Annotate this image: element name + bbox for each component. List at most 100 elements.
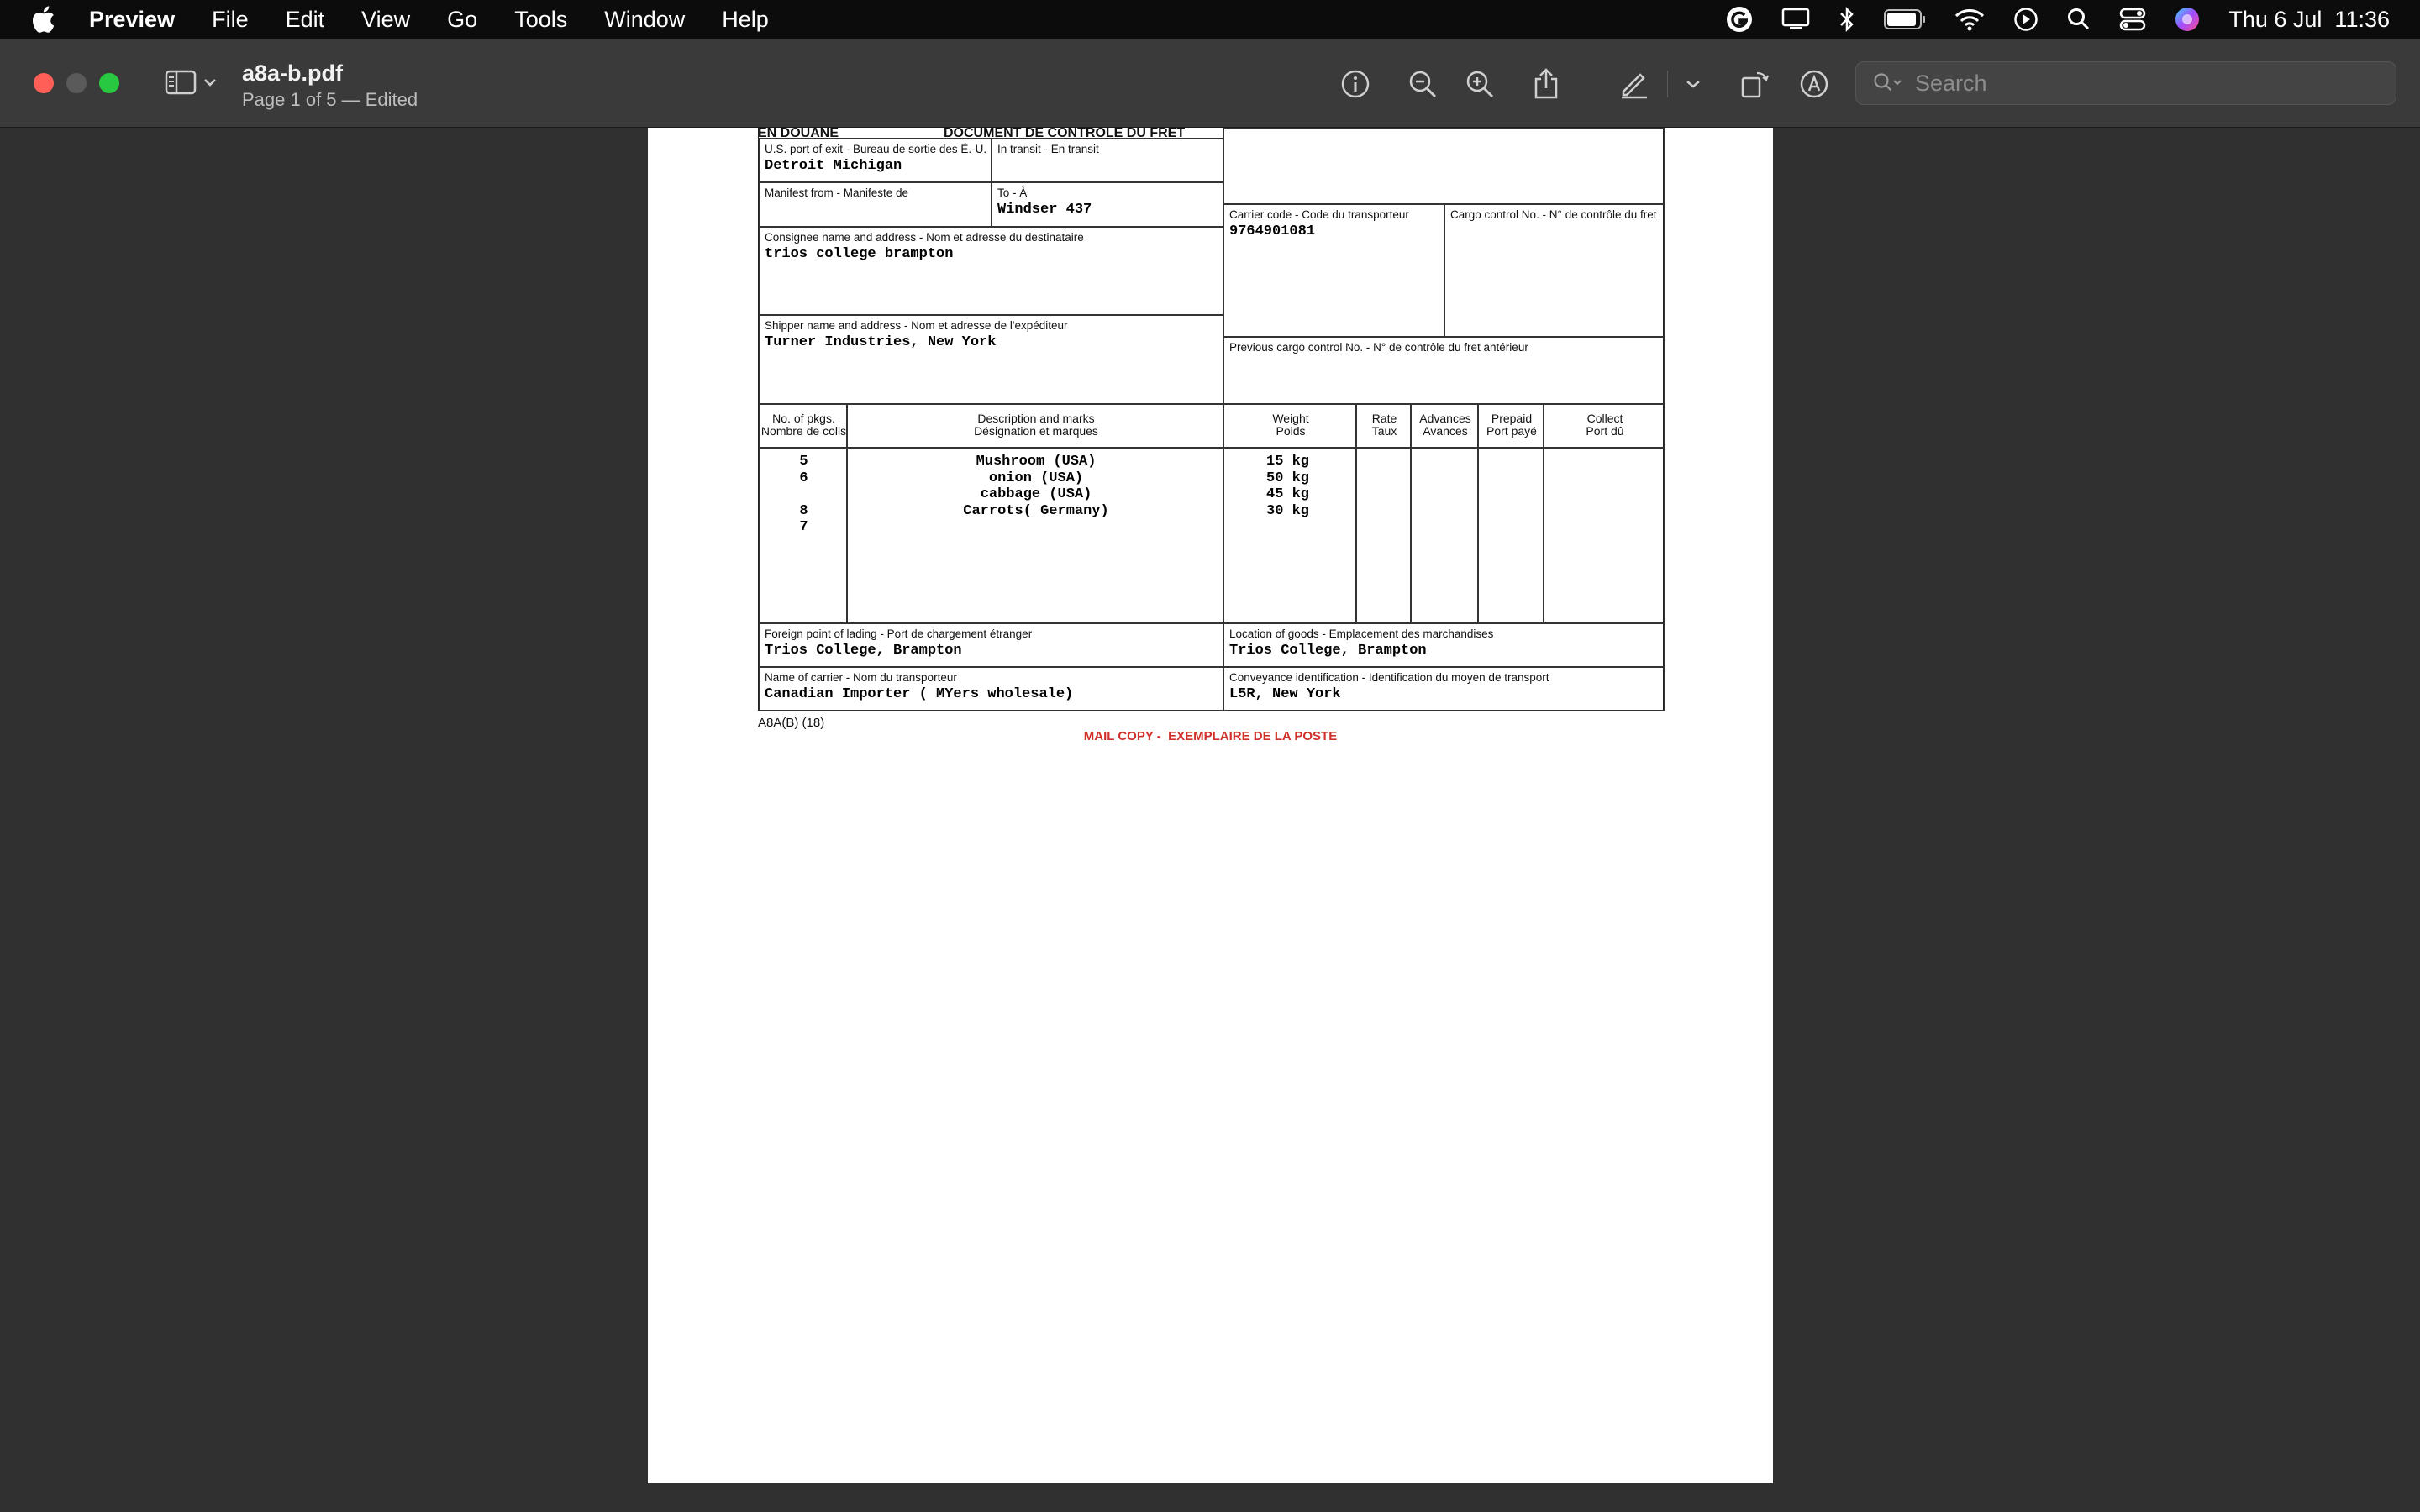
description-row[interactable]: Mushroom (USA) xyxy=(848,454,1224,470)
menu-go[interactable]: Go xyxy=(447,7,477,33)
annotate-button[interactable] xyxy=(1797,67,1831,101)
pkgs-row[interactable]: 8 xyxy=(760,503,848,520)
wifi-icon[interactable] xyxy=(1954,8,1985,31)
markup-icon xyxy=(1800,70,1828,98)
chevron-down-icon xyxy=(204,79,216,87)
bluetooth-icon[interactable] xyxy=(1839,6,1855,33)
carrier-code-value[interactable]: 9764901081 xyxy=(1229,223,1315,239)
cargo-control-label: Cargo control No. - N° de contrôle du fr… xyxy=(1450,208,1657,221)
search-field[interactable] xyxy=(1855,61,2396,105)
share-button[interactable] xyxy=(1529,67,1563,101)
pen-icon xyxy=(1622,73,1647,99)
window-zoom-button[interactable] xyxy=(99,73,119,93)
battery-icon[interactable] xyxy=(1884,8,1926,30)
pkgs-column: 5 6 8 7 xyxy=(759,448,847,623)
info-button[interactable] xyxy=(1339,67,1372,101)
col-header-prepaid: Prepaid Port payé xyxy=(1478,404,1544,448)
menu-window[interactable]: Window xyxy=(604,7,685,33)
col-header-description: Description and marks Désignation et marq… xyxy=(847,404,1223,448)
consignee-cell: Consignee name and address - Nom et adre… xyxy=(759,227,1223,315)
conveyance-value[interactable]: L5R, New York xyxy=(1229,686,1341,702)
carrier-code-cell: Carrier code - Code du transporteur 9764… xyxy=(1223,204,1444,337)
description-row[interactable]: cabbage (USA) xyxy=(848,486,1224,503)
now-playing-icon[interactable] xyxy=(2013,7,2039,32)
col-header-pkgs: No. of pkgs. Nombre de colis xyxy=(759,404,847,448)
us-port-label: U.S. port of exit - Bureau de sortie des… xyxy=(765,143,987,155)
window-toolbar: a8a-b.pdf Page 1 of 5 — Edited xyxy=(0,39,2420,128)
menu-bar: Preview File Edit View Go Tools Window H… xyxy=(0,0,2420,39)
sidebar-toggle-button[interactable] xyxy=(165,69,217,96)
manifest-from-label: Manifest from - Manifeste de xyxy=(765,186,909,199)
weight-column: 15 kg 50 kg 45 kg 30 kg xyxy=(1223,448,1356,623)
location-cell: Location of goods - Emplacement des marc… xyxy=(1223,623,1665,667)
menu-tools[interactable]: Tools xyxy=(514,7,567,33)
prev-cargo-label: Previous cargo control No. - N° de contr… xyxy=(1229,341,1528,354)
conveyance-cell: Conveyance identification - Identificati… xyxy=(1223,667,1665,711)
menu-edit[interactable]: Edit xyxy=(286,7,325,33)
document-title: a8a-b.pdf xyxy=(242,60,344,86)
rotate-icon xyxy=(1741,71,1770,98)
description-row[interactable]: Carrots( Germany) xyxy=(848,503,1224,520)
weight-row[interactable]: 45 kg xyxy=(1266,486,1309,503)
collect-column[interactable] xyxy=(1544,448,1665,623)
form-code: A8A(B) (18) xyxy=(758,716,825,730)
weight-row[interactable]: 50 kg xyxy=(1266,470,1309,487)
mail-copy-label: MAIL COPY - EXEMPLAIRE DE LA POSTE xyxy=(1083,729,1338,743)
siri-icon[interactable] xyxy=(2175,7,2200,32)
to-cell: To - À Windser 437 xyxy=(992,182,1223,227)
control-center-icon[interactable] xyxy=(2119,8,2146,31)
rate-column[interactable] xyxy=(1356,448,1411,623)
col-header-rate: Rate Taux xyxy=(1356,404,1411,448)
display-icon[interactable] xyxy=(1781,7,1810,32)
window-close-button[interactable] xyxy=(34,73,54,93)
to-label: To - À xyxy=(997,186,1028,199)
consignee-label: Consignee name and address - Nom et adre… xyxy=(765,231,1084,244)
carrier-code-label: Carrier code - Code du transporteur xyxy=(1229,208,1409,221)
lading-label: Foreign point of lading - Port de charge… xyxy=(765,627,1033,640)
window-minimize-button[interactable] xyxy=(66,73,87,93)
menu-app-preview[interactable]: Preview xyxy=(89,7,175,33)
carrier-name-value[interactable]: Canadian Importer ( MYers wholesale) xyxy=(765,686,1073,702)
zoom-in-button[interactable] xyxy=(1463,67,1497,101)
location-value[interactable]: Trios College, Brampton xyxy=(1229,643,1427,659)
markup-pen-button[interactable] xyxy=(1618,67,1651,101)
pkgs-row[interactable]: 6 xyxy=(760,470,848,487)
lading-cell: Foreign point of lading - Port de charge… xyxy=(759,623,1223,667)
search-input[interactable] xyxy=(1915,70,2386,97)
weight-row[interactable]: 15 kg xyxy=(1266,454,1309,470)
pkgs-row[interactable]: 7 xyxy=(760,519,848,536)
cargo-control-cell: Cargo control No. - N° de contrôle du fr… xyxy=(1444,204,1665,337)
pkgs-row[interactable]: 5 xyxy=(760,454,848,470)
col-header-weight: Weight Poids xyxy=(1223,404,1356,448)
menubar-clock[interactable]: Thu 6 Jul 11:36 xyxy=(2228,7,2390,33)
weight-row[interactable]: 30 kg xyxy=(1266,503,1309,520)
zoom-out-icon xyxy=(1409,71,1437,98)
apple-menu-icon[interactable] xyxy=(30,5,69,34)
advances-column[interactable] xyxy=(1411,448,1478,623)
menu-file[interactable]: File xyxy=(212,7,249,33)
pdf-page[interactable]: EN DOUANE DOCUMENT DE CONTRÔLE DU FRET U… xyxy=(648,128,1773,1483)
menu-help[interactable]: Help xyxy=(722,7,769,33)
zoom-out-button[interactable] xyxy=(1406,67,1439,101)
menu-view[interactable]: View xyxy=(361,7,410,33)
rotate-button[interactable] xyxy=(1738,67,1771,101)
prev-cargo-cell: Previous cargo control No. - N° de contr… xyxy=(1223,337,1665,404)
search-icon xyxy=(1874,73,1902,92)
prepaid-column[interactable] xyxy=(1478,448,1544,623)
description-row[interactable]: onion (USA) xyxy=(848,470,1224,487)
carrier-name-cell: Name of carrier - Nom du transporteur Ca… xyxy=(759,667,1223,711)
lading-value[interactable]: Trios College, Brampton xyxy=(765,643,962,659)
shipper-value[interactable]: Turner Industries, New York xyxy=(765,334,996,350)
to-value[interactable]: Windser 437 xyxy=(997,202,1092,218)
in-transit-label: In transit - En transit xyxy=(997,143,1099,155)
markup-options-button[interactable] xyxy=(1676,67,1710,101)
grammarly-icon[interactable] xyxy=(1726,6,1753,33)
conveyance-label: Conveyance identification - Identificati… xyxy=(1229,671,1549,684)
pkgs-row[interactable] xyxy=(760,486,848,503)
spotlight-icon[interactable] xyxy=(2067,8,2091,31)
consignee-value[interactable]: trios college brampton xyxy=(765,246,953,262)
us-port-value[interactable]: Detroit Michigan xyxy=(765,158,902,174)
cargo-control-form: U.S. port of exit - Bureau de sortie des… xyxy=(758,128,1665,711)
location-label: Location of goods - Emplacement des marc… xyxy=(1229,627,1494,640)
manifest-from-cell: Manifest from - Manifeste de xyxy=(759,182,992,227)
